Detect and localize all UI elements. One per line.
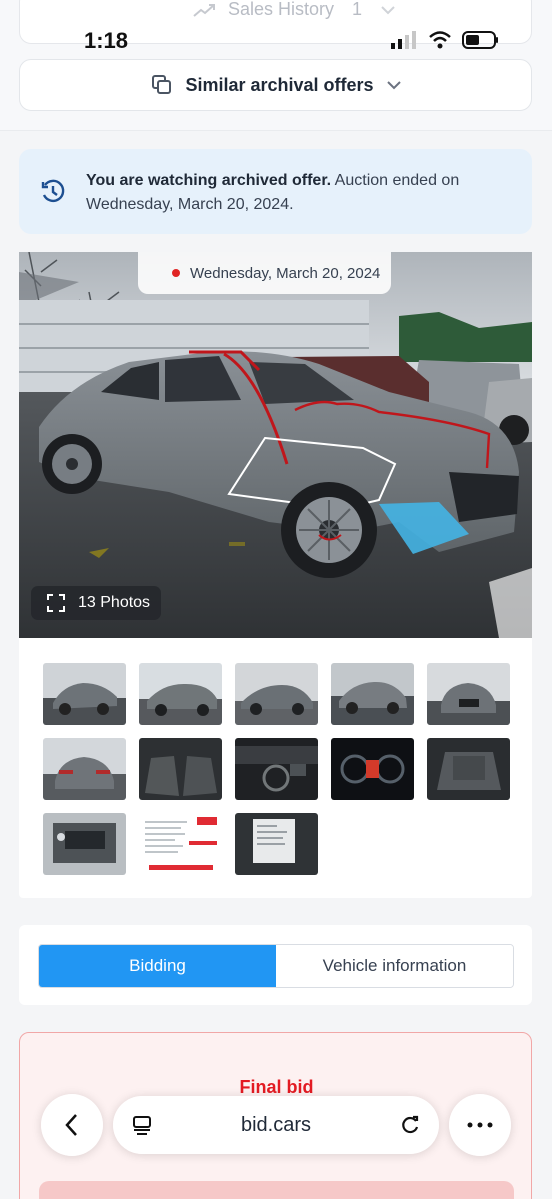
car-rear-thumbnail-icon bbox=[139, 663, 222, 725]
auction-date: Wednesday, March 20, 2024 bbox=[190, 264, 381, 282]
auction-status-dot bbox=[172, 269, 180, 277]
sales-history-count: 1 bbox=[352, 0, 363, 19]
thumbnail-front-exterior[interactable] bbox=[427, 663, 510, 725]
car-rear-view-thumbnail-icon bbox=[43, 738, 126, 800]
thumbnail-dashboard-interior[interactable] bbox=[235, 738, 318, 800]
archived-offer-notice: You are watching archived offer. Auction… bbox=[19, 149, 532, 234]
chevron-down-icon bbox=[386, 81, 401, 90]
car-exterior-thumbnail-icon bbox=[43, 663, 126, 725]
car-side-thumbnail-icon bbox=[235, 663, 318, 725]
car-front-left-thumbnail-icon bbox=[331, 663, 414, 725]
address-bar[interactable]: bid.cars bbox=[113, 1096, 439, 1154]
tab-bidding[interactable]: Bidding bbox=[39, 945, 276, 987]
thumbnail-front-interior[interactable] bbox=[139, 738, 222, 800]
archived-offer-text: You are watching archived offer. Auction… bbox=[86, 169, 516, 217]
dashboard-thumbnail-icon bbox=[235, 738, 318, 800]
rear-seats-thumbnail-icon bbox=[427, 738, 510, 800]
url-text: bid.cars bbox=[240, 1114, 312, 1136]
thumbnail-front-left-exterior[interactable] bbox=[43, 663, 126, 725]
more-icon bbox=[467, 1122, 493, 1128]
browser-toolbar: bid.cars bbox=[0, 1094, 552, 1158]
battery-icon bbox=[462, 31, 498, 49]
interior-thumbnail-icon bbox=[139, 738, 222, 800]
section-divider bbox=[0, 130, 552, 131]
sales-history-label: Sales History bbox=[228, 0, 335, 19]
offer-tabs: Bidding Vehicle information bbox=[38, 944, 514, 988]
sales-history[interactable]: Sales History 1 bbox=[192, 0, 396, 20]
thumbnail-rear-left-exterior[interactable] bbox=[139, 663, 222, 725]
wifi-icon bbox=[429, 31, 451, 49]
thumbnail-left-side-exterior[interactable] bbox=[235, 663, 318, 725]
thumbnail-rear-exterior[interactable] bbox=[43, 738, 126, 800]
chevron-left-icon bbox=[65, 1114, 77, 1136]
similar-archival-offers-button[interactable]: Similar archival offers bbox=[19, 59, 532, 111]
history-icon bbox=[41, 179, 65, 203]
thumbnail-front-left-exterior-alt[interactable] bbox=[331, 663, 414, 725]
car-front-thumbnail-icon bbox=[427, 663, 510, 725]
trending-up-icon bbox=[193, 3, 215, 17]
signal-icon bbox=[391, 31, 416, 49]
clock-time: 1:18 bbox=[84, 28, 129, 53]
tab-vehicle-information[interactable]: Vehicle information bbox=[276, 945, 513, 987]
thumbnail-gauge-cluster[interactable] bbox=[331, 738, 414, 800]
copy-icon bbox=[152, 75, 172, 94]
main-vehicle-photo[interactable]: Wednesday, March 20, 2024 13 Photos bbox=[19, 252, 532, 638]
reload-icon[interactable] bbox=[399, 1114, 421, 1136]
back-button[interactable] bbox=[41, 1094, 103, 1156]
thumbnail-document-sheet[interactable] bbox=[139, 813, 222, 875]
thumbnail-rear-seats[interactable] bbox=[427, 738, 510, 800]
label-thumbnail-icon bbox=[235, 813, 318, 875]
photo-gallery-card: Wednesday, March 20, 2024 13 Photos bbox=[19, 252, 532, 898]
thumbnail-engine-bay[interactable] bbox=[43, 813, 126, 875]
offer-tabs-card: Bidding Vehicle information bbox=[19, 925, 532, 1005]
expand-icon bbox=[47, 594, 65, 612]
similar-offers-label: Similar archival offers bbox=[185, 74, 374, 95]
thumbnail-label-sticker[interactable] bbox=[235, 813, 318, 875]
archived-offer-strong: You are watching archived offer. bbox=[86, 172, 332, 189]
chevron-down-icon bbox=[381, 5, 395, 14]
engine-bay-thumbnail-icon bbox=[43, 813, 126, 875]
gauge-cluster-thumbnail-icon bbox=[331, 738, 414, 800]
auction-date-label: Wednesday, March 20, 2024 bbox=[138, 252, 391, 294]
vehicle-photo-illustration bbox=[19, 252, 532, 638]
photos-count: 13 Photos bbox=[78, 594, 151, 611]
photos-count-button[interactable]: 13 Photos bbox=[31, 586, 161, 620]
final-bid-panel bbox=[39, 1181, 514, 1199]
document-thumbnail-icon bbox=[139, 813, 222, 875]
status-icons bbox=[390, 30, 500, 50]
thumbnail-grid bbox=[43, 663, 513, 875]
more-options-button[interactable] bbox=[449, 1094, 511, 1156]
top-area: Sales History 1 1:18 Similar archival of… bbox=[0, 0, 552, 130]
